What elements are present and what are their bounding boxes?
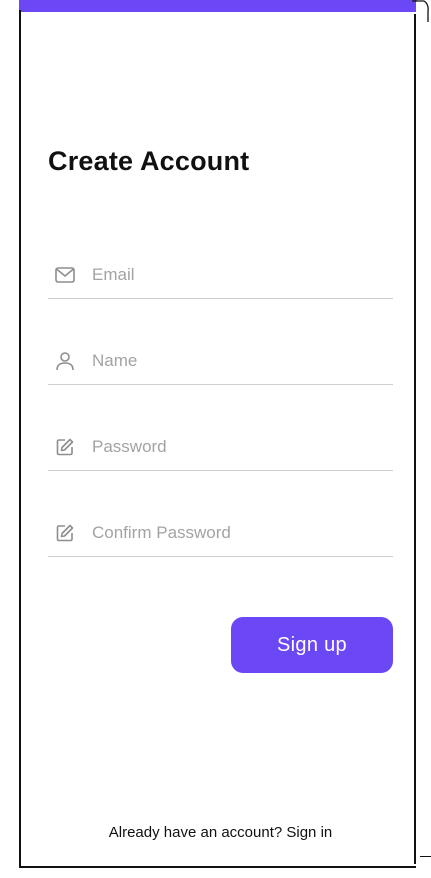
confirm-password-input[interactable]: [92, 523, 372, 543]
frame-border-left: [19, 10, 21, 868]
signin-prompt-text: Already have an account?: [108, 824, 287, 841]
name-field[interactable]: [48, 338, 393, 385]
name-input[interactable]: [92, 351, 372, 371]
user-icon: [54, 350, 76, 372]
page-title: Create Account: [48, 146, 250, 176]
corner-tail-mark: [420, 856, 431, 867]
confirm-password-field[interactable]: [48, 510, 393, 557]
frame-border-right: [414, 14, 416, 864]
top-accent-bar: [19, 0, 416, 12]
frame-border-bottom: [19, 866, 416, 868]
signin-prompt: Already have an account? Sign in: [48, 824, 393, 841]
email-input[interactable]: [92, 265, 372, 285]
sign-in-link[interactable]: Sign in: [286, 824, 332, 841]
password-field[interactable]: [48, 424, 393, 471]
create-account-screen: Create Account Email Name Sign up Alread…: [0, 0, 431, 878]
email-field[interactable]: [48, 252, 393, 299]
password-input[interactable]: [92, 437, 372, 457]
page-corner-icon: [412, 0, 429, 22]
edit-icon: [54, 522, 76, 544]
edit-icon: [54, 436, 76, 458]
sign-up-button[interactable]: Sign up: [231, 617, 393, 673]
mail-icon: [54, 264, 76, 286]
